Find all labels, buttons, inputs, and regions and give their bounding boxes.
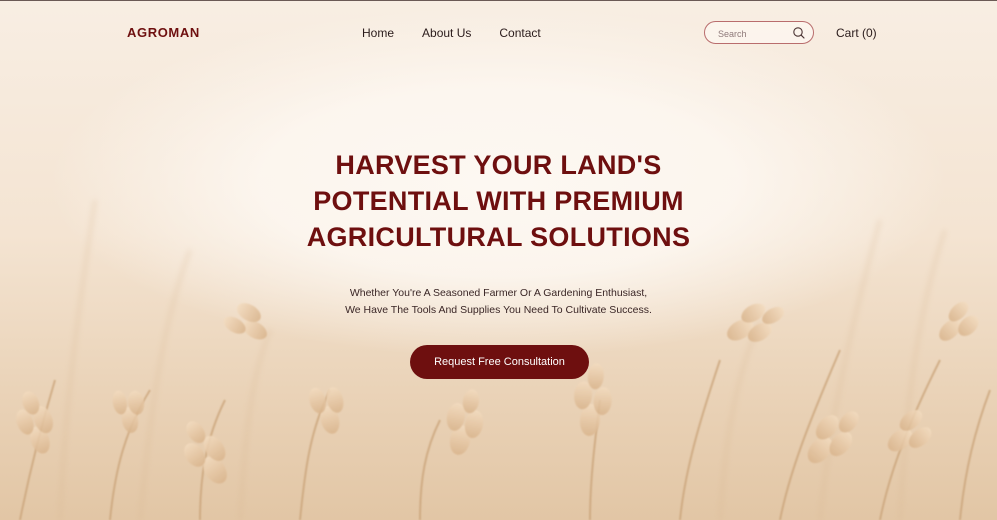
search-input[interactable] (716, 25, 790, 42)
nav-link-contact[interactable]: Contact (499, 26, 540, 40)
nav-link-about-us[interactable]: About Us (422, 26, 471, 40)
hero-title: HARVEST YOUR LAND'S POTENTIAL WITH PREMI… (0, 147, 997, 255)
request-consultation-button[interactable]: Request Free Consultation (410, 345, 589, 379)
hero-title-line: AGRICULTURAL SOLUTIONS (306, 222, 691, 252)
top-navigation-bar: AGROMAN Home About Us Contact Cart (0) (0, 0, 997, 64)
hero-subtitle: Whether You're A Seasoned Farmer Or A Ga… (0, 285, 997, 319)
hero-title-line: HARVEST YOUR LAND'S (335, 150, 662, 180)
main-menu: Home About Us Contact (362, 26, 569, 40)
nav-link-home[interactable]: Home (362, 26, 394, 40)
search-icon[interactable] (792, 26, 806, 40)
search-box (704, 21, 814, 44)
hero-title-line: POTENTIAL WITH PREMIUM (313, 186, 684, 216)
brand-logo[interactable]: AGROMAN (127, 25, 200, 40)
hero-subtitle-line: Whether You're A Seasoned Farmer Or A Ga… (349, 287, 648, 299)
hero-subtitle-line: We Have The Tools And Supplies You Need … (345, 304, 652, 316)
cart-link[interactable]: Cart (0) (836, 26, 877, 40)
hero-background-wheat-field (0, 0, 997, 520)
wheat-field-illustration (16, 199, 991, 520)
